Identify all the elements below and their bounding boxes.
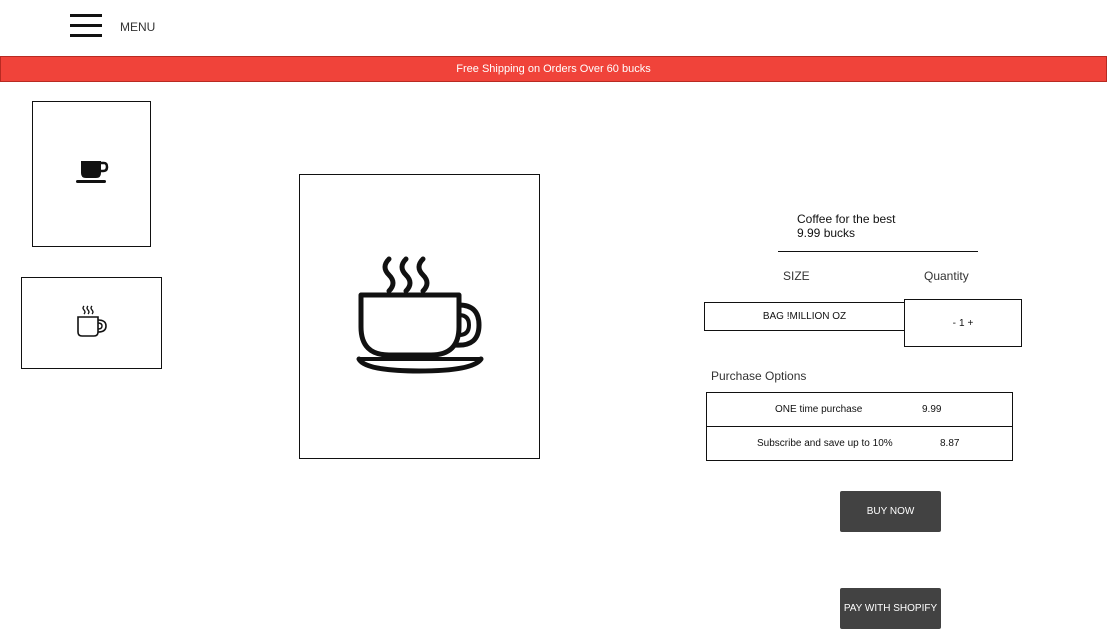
size-value: BAG !MILLION OZ xyxy=(762,311,847,322)
purchase-option-label: Subscribe and save up to 10% xyxy=(757,438,893,449)
main-product-image xyxy=(299,174,540,459)
purchase-option-price: 8.87 xyxy=(940,438,960,449)
purchase-options-table: ONE time purchase 9.99 Subscribe and sav… xyxy=(706,392,1013,461)
purchase-option-one-time[interactable]: ONE time purchase 9.99 xyxy=(707,393,1012,427)
coffee-mug-icon xyxy=(75,159,109,190)
menu-label[interactable]: MENU xyxy=(120,20,155,34)
thumbnail-1[interactable] xyxy=(32,101,151,247)
promo-banner: Free Shipping on Orders Over 60 bucks xyxy=(0,56,1107,82)
buy-now-button[interactable]: BUY NOW xyxy=(840,491,941,532)
quantity-stepper: - 1 + xyxy=(904,299,1022,347)
promo-text: Free Shipping on Orders Over 60 bucks xyxy=(456,63,651,75)
steaming-coffee-cup-icon xyxy=(355,253,485,380)
purchase-option-subscribe[interactable]: Subscribe and save up to 10% 8.87 xyxy=(707,427,1012,461)
purchase-option-label: ONE time purchase xyxy=(775,404,863,415)
quantity-value[interactable]: 1 xyxy=(959,318,965,329)
quantity-heading: Quantity xyxy=(924,269,969,283)
product-name: Coffee for the best xyxy=(797,212,896,226)
size-heading: SIZE xyxy=(783,269,810,283)
size-select[interactable]: BAG !MILLION OZ xyxy=(704,302,905,331)
purchase-options-heading: Purchase Options xyxy=(711,369,807,383)
steaming-mug-icon xyxy=(74,303,110,344)
pay-with-shopify-button[interactable]: PAY WITH SHOPIFY xyxy=(840,588,941,629)
divider xyxy=(778,251,978,252)
quantity-decrement-button[interactable]: - xyxy=(953,318,956,329)
purchase-option-price: 9.99 xyxy=(922,404,942,415)
hamburger-icon[interactable] xyxy=(70,14,102,38)
thumbnail-2[interactable] xyxy=(21,277,162,369)
quantity-increment-button[interactable]: + xyxy=(968,318,974,329)
product-price: 9.99 bucks xyxy=(797,226,856,240)
